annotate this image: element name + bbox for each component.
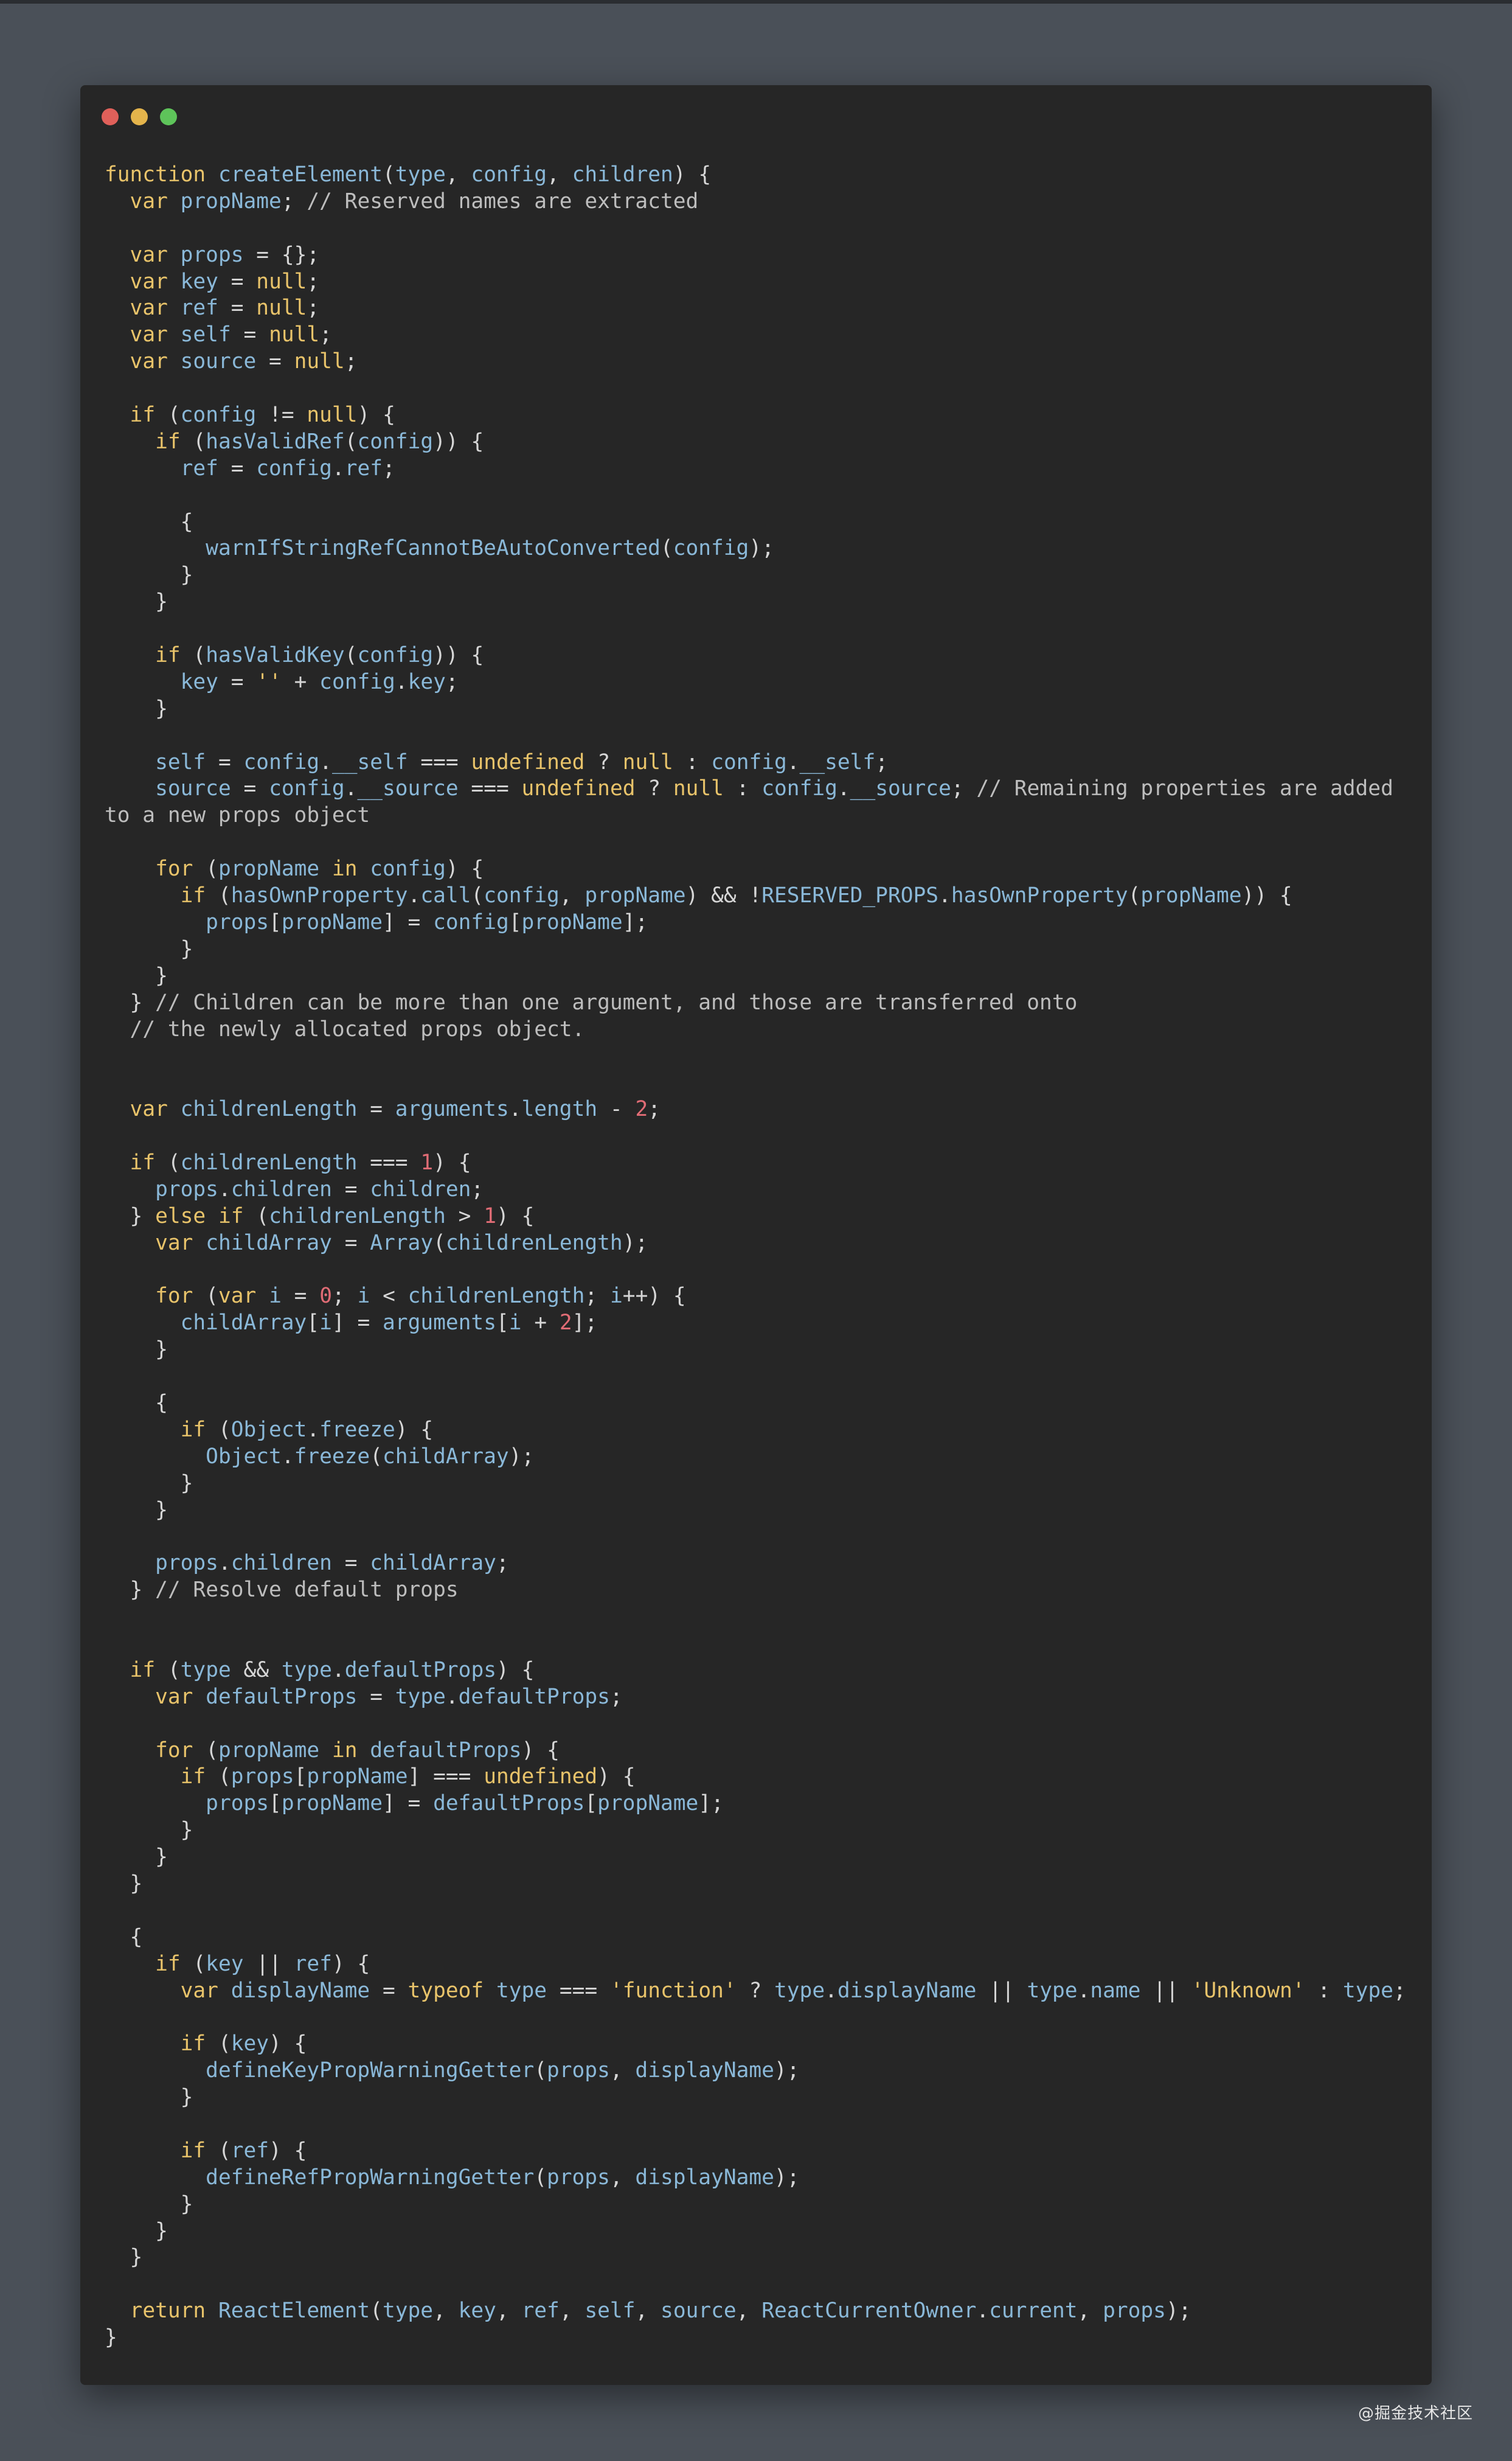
- code-line: function createElement(type, config, chi…: [105, 162, 712, 187]
- code-line: {: [180, 509, 193, 534]
- code-line: props[propName] = config[propName];: [206, 910, 648, 935]
- code-line: props.children = childArray;: [155, 1551, 509, 1576]
- code-window: function createElement(type, config, chi…: [80, 85, 1432, 2385]
- code-line: defineRefPropWarningGetter(props, displa…: [206, 2165, 800, 2190]
- code-block: function createElement(type, config, chi…: [105, 162, 1406, 2351]
- minimize-window-icon[interactable]: [131, 108, 148, 125]
- maximize-window-icon[interactable]: [160, 108, 177, 125]
- code-line: for (var i = 0; i < childrenLength; i++)…: [155, 1284, 686, 1309]
- code-line: }: [155, 1337, 168, 1362]
- code-line: if (childrenLength === 1) {: [130, 1150, 471, 1175]
- top-border-strip: [0, 0, 1512, 4]
- code-line: {: [130, 1924, 143, 1949]
- code-line: }: [155, 590, 168, 614]
- code-line: }: [155, 1845, 168, 1870]
- code-line: }: [130, 2245, 143, 2270]
- code-line: if (hasValidKey(config)) {: [155, 643, 484, 668]
- code-line: }: [180, 1471, 193, 1495]
- code-line: if (config != null) {: [130, 403, 395, 428]
- code-line: Object.freeze(childArray);: [206, 1444, 535, 1469]
- code-line: if (hasValidRef(config)) {: [155, 429, 484, 454]
- code-line: } // Children can be more than one argum…: [130, 990, 1078, 1015]
- code-line: to a new props object: [105, 803, 370, 828]
- code-line: var self = null;: [130, 322, 332, 347]
- code-line: }: [155, 963, 168, 988]
- code-line: } else if (childrenLength > 1) {: [130, 1203, 535, 1228]
- close-window-icon[interactable]: [102, 108, 119, 125]
- code-line: {: [155, 1390, 168, 1415]
- code-line: } // Resolve default props: [130, 1578, 459, 1603]
- code-line: var key = null;: [130, 269, 320, 294]
- code-line: }: [180, 936, 193, 961]
- code-line: key = '' + config.key;: [180, 669, 459, 694]
- code-line: }: [130, 1871, 143, 1896]
- code-line: if (Object.freeze) {: [180, 1417, 434, 1442]
- code-line: for (propName in config) {: [155, 857, 484, 882]
- code-line: if (type && type.defaultProps) {: [130, 1657, 535, 1682]
- code-line: var props = {};: [130, 242, 320, 267]
- code-line: if (props[propName] === undefined) {: [180, 1764, 636, 1789]
- code-line: var displayName = typeof type === 'funct…: [180, 1978, 1406, 2003]
- code-line: }: [155, 696, 168, 721]
- code-line: var ref = null;: [130, 296, 320, 321]
- code-line: }: [180, 2191, 193, 2216]
- code-line: return ReactElement(type, key, ref, self…: [130, 2299, 1191, 2324]
- code-line: var childrenLength = arguments.length - …: [130, 1097, 661, 1122]
- code-line: var defaultProps = type.defaultProps;: [155, 1684, 623, 1709]
- code-line: // the newly allocated props object.: [130, 1017, 585, 1042]
- code-line: childArray[i] = arguments[i + 2];: [180, 1311, 598, 1335]
- code-line: source = config.__source === undefined ?…: [155, 776, 1393, 801]
- code-line: warnIfStringRefCannotBeAutoConverted(con…: [206, 536, 774, 561]
- code-line: if (ref) {: [180, 2138, 307, 2163]
- code-line: var source = null;: [130, 349, 358, 374]
- watermark: @掘金技术社区: [1358, 2404, 1473, 2423]
- window-controls: [102, 108, 177, 125]
- code-line: defineKeyPropWarningGetter(props, displa…: [206, 2058, 800, 2083]
- code-line: }: [180, 2085, 193, 2110]
- code-line: }: [155, 2218, 168, 2243]
- code-line: props[propName] = defaultProps[propName]…: [206, 1791, 724, 1816]
- code-line: }: [105, 2325, 117, 2350]
- code-line: ref = config.ref;: [180, 456, 395, 481]
- code-line: if (key || ref) {: [155, 1951, 370, 1976]
- code-line: props.children = children;: [155, 1177, 484, 1202]
- code-line: }: [180, 563, 193, 588]
- code-line: self = config.__self === undefined ? nul…: [155, 750, 888, 775]
- code-line: if (key) {: [180, 2031, 307, 2056]
- code-line: }: [180, 1818, 193, 1843]
- code-line: }: [155, 1497, 168, 1522]
- code-line: var childArray = Array(childrenLength);: [155, 1230, 648, 1255]
- code-line: for (propName in defaultProps) {: [155, 1738, 560, 1763]
- code-line: var propName; // Reserved names are extr…: [130, 189, 699, 214]
- code-line: if (hasOwnProperty.call(config, propName…: [180, 883, 1292, 908]
